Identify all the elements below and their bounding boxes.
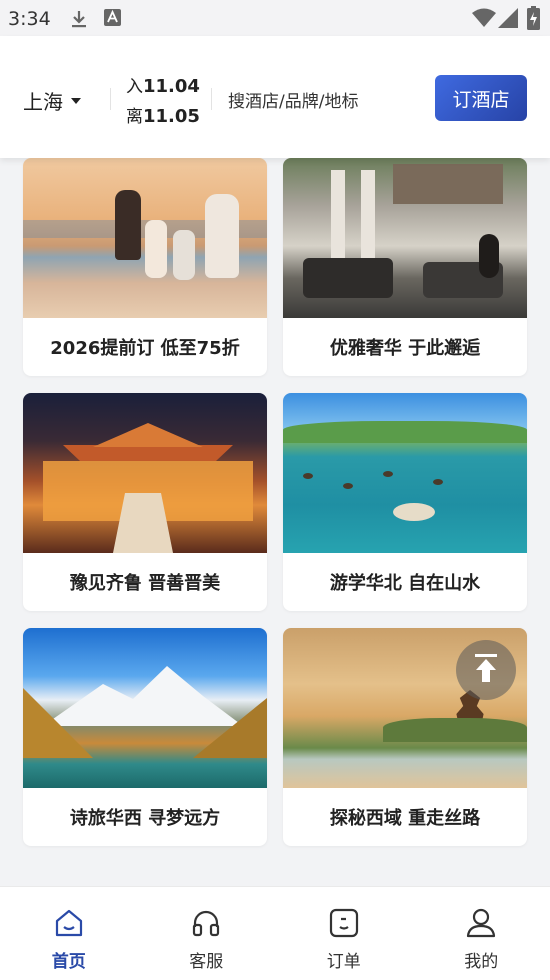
nav-home[interactable]: 首页 (0, 887, 138, 980)
hotel-lounge-image (283, 158, 527, 318)
battery-icon (527, 6, 540, 34)
back-to-top-button[interactable] (456, 640, 516, 700)
nav-label: 我的 (464, 947, 498, 972)
card-title: 优雅奢华 于此邂逅 (283, 318, 527, 376)
date-selector[interactable]: 入11.04 离11.05 (126, 72, 200, 132)
nav-label: 客服 (189, 947, 223, 972)
promo-card[interactable]: 优雅奢华 于此邂逅 (283, 158, 527, 376)
city-selector[interactable]: 上海 (23, 86, 81, 115)
status-time: 3:34 (8, 8, 51, 30)
status-bar: 3:34 (0, 0, 550, 36)
search-header: 上海 入11.04 离11.05 搜酒店/品牌/地标 订酒店 (0, 36, 550, 158)
caret-down-icon (71, 98, 81, 104)
promo-card[interactable]: 2026提前订 低至75折 (23, 158, 267, 376)
night-palace-image (23, 393, 267, 553)
bottom-nav: 首页 客服 订单 我的 (0, 886, 550, 980)
snow-mountain-image (23, 628, 267, 788)
profile-icon (465, 907, 497, 943)
nav-label: 订单 (327, 947, 361, 972)
search-input[interactable]: 搜酒店/品牌/地标 (228, 87, 358, 112)
headset-icon (190, 907, 222, 943)
promo-card[interactable]: 豫见齐鲁 晋善晋美 (23, 393, 267, 611)
beach-family-image (23, 158, 267, 318)
divider (211, 88, 212, 110)
signal-icon (498, 8, 518, 32)
card-title: 探秘西域 重走丝路 (283, 788, 527, 846)
nav-orders[interactable]: 订单 (275, 887, 413, 980)
checkin-row: 入11.04 (126, 72, 200, 102)
order-icon (328, 907, 360, 943)
checkout-prefix: 离 (126, 107, 143, 127)
arrow-up-icon (473, 654, 499, 686)
checkout-row: 离11.05 (126, 102, 200, 132)
checkin-date: 11.04 (143, 76, 200, 97)
lake-ducks-image (283, 393, 527, 553)
card-title: 游学华北 自在山水 (283, 553, 527, 611)
divider (110, 88, 111, 110)
nav-service[interactable]: 客服 (138, 887, 276, 980)
a-icon (104, 9, 121, 30)
home-icon (53, 907, 85, 943)
wifi-icon (472, 8, 496, 32)
checkout-date: 11.05 (143, 106, 200, 127)
nav-profile[interactable]: 我的 (413, 887, 550, 980)
card-title: 2026提前订 低至75折 (23, 318, 267, 376)
city-label: 上海 (23, 86, 63, 115)
nav-label: 首页 (52, 947, 86, 972)
promo-card[interactable]: 诗旅华西 寻梦远方 (23, 628, 267, 846)
promo-card[interactable]: 游学华北 自在山水 (283, 393, 527, 611)
card-title: 豫见齐鲁 晋善晋美 (23, 553, 267, 611)
download-icon (70, 9, 88, 33)
book-hotel-button[interactable]: 订酒店 (435, 75, 527, 121)
card-title: 诗旅华西 寻梦远方 (23, 788, 267, 846)
checkin-prefix: 入 (126, 77, 143, 97)
